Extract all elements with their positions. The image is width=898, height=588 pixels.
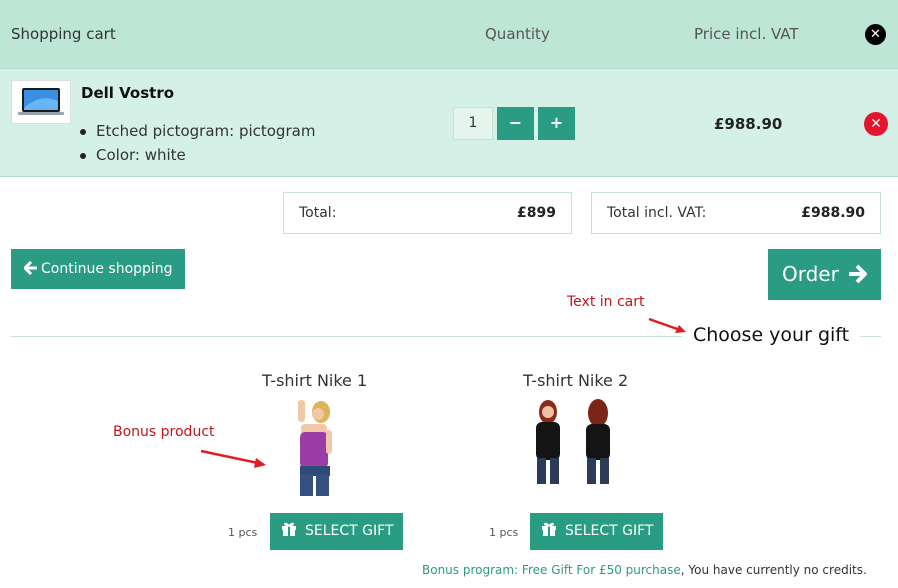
select-gift-label-2: SELECT GIFT: [565, 523, 654, 539]
total-vat-value: £988.90: [801, 205, 865, 221]
option-pictogram: Etched pictogram: pictogram: [79, 119, 315, 143]
product-name[interactable]: Dell Vostro: [81, 84, 174, 102]
bonus-credits-text: , You have currently no credits.: [680, 563, 867, 577]
decrease-quantity-button[interactable]: −: [497, 107, 534, 140]
annotation-arrow-icon: [200, 449, 266, 468]
gift-pcs-2: 1 pcs: [489, 526, 519, 539]
laptop-thumbnail[interactable]: [11, 80, 71, 124]
select-gift-button-1[interactable]: SELECT GIFT: [270, 513, 403, 550]
product-options: Etched pictogram: pictogram Color: white: [79, 119, 315, 167]
annotation-text-in-cart: Text in cart: [567, 294, 645, 310]
gift-pcs-1: 1 pcs: [228, 526, 258, 539]
total-vat-box: Total incl. VAT: £988.90: [591, 192, 881, 234]
quantity-column-header: Quantity: [485, 25, 550, 43]
annotation-bonus-product: Bonus product: [113, 424, 215, 440]
continue-shopping-label: Continue shopping: [41, 261, 173, 277]
bonus-program-link[interactable]: Bonus program: Free Gift For £50 purchas…: [422, 563, 681, 577]
bonus-program-text: Bonus program: Free Gift For £50 purchas…: [422, 563, 867, 577]
option-color: Color: white: [79, 143, 315, 167]
cart-item-row: Dell Vostro Etched pictogram: pictogram …: [0, 68, 898, 177]
select-gift-button-2[interactable]: SELECT GIFT: [530, 513, 663, 550]
total-vat-label: Total incl. VAT:: [607, 205, 707, 221]
order-button[interactable]: Order: [768, 249, 881, 300]
gift-image-1[interactable]: [288, 398, 344, 498]
total-box: Total: £899: [283, 192, 572, 234]
quantity-input[interactable]: 1: [453, 107, 493, 140]
select-gift-label-1: SELECT GIFT: [305, 523, 394, 539]
cart-header: Shopping cart Quantity Price incl. VAT ✕: [0, 0, 898, 68]
arrow-right-icon: [849, 264, 868, 284]
gift-name-1: T-shirt Nike 1: [262, 371, 368, 390]
total-label: Total:: [299, 205, 337, 221]
gift-icon: [281, 513, 297, 550]
price-column-header: Price incl. VAT: [694, 25, 799, 43]
annotation-arrow-icon: [648, 317, 686, 333]
remove-icon[interactable]: ✕: [864, 112, 888, 136]
arrow-left-icon: [23, 260, 37, 276]
gift-icon: [541, 513, 557, 550]
item-price: £988.90: [714, 115, 783, 133]
gift-heading: Choose your gift: [682, 324, 861, 346]
increase-quantity-button[interactable]: +: [538, 107, 575, 140]
order-label: Order: [782, 262, 839, 286]
gift-name-2: T-shirt Nike 2: [523, 371, 629, 390]
total-value: £899: [517, 205, 556, 221]
close-icon[interactable]: ✕: [865, 24, 886, 45]
cart-title: Shopping cart: [11, 25, 116, 43]
gift-image-2[interactable]: [528, 398, 620, 488]
continue-shopping-button[interactable]: Continue shopping: [11, 249, 185, 289]
